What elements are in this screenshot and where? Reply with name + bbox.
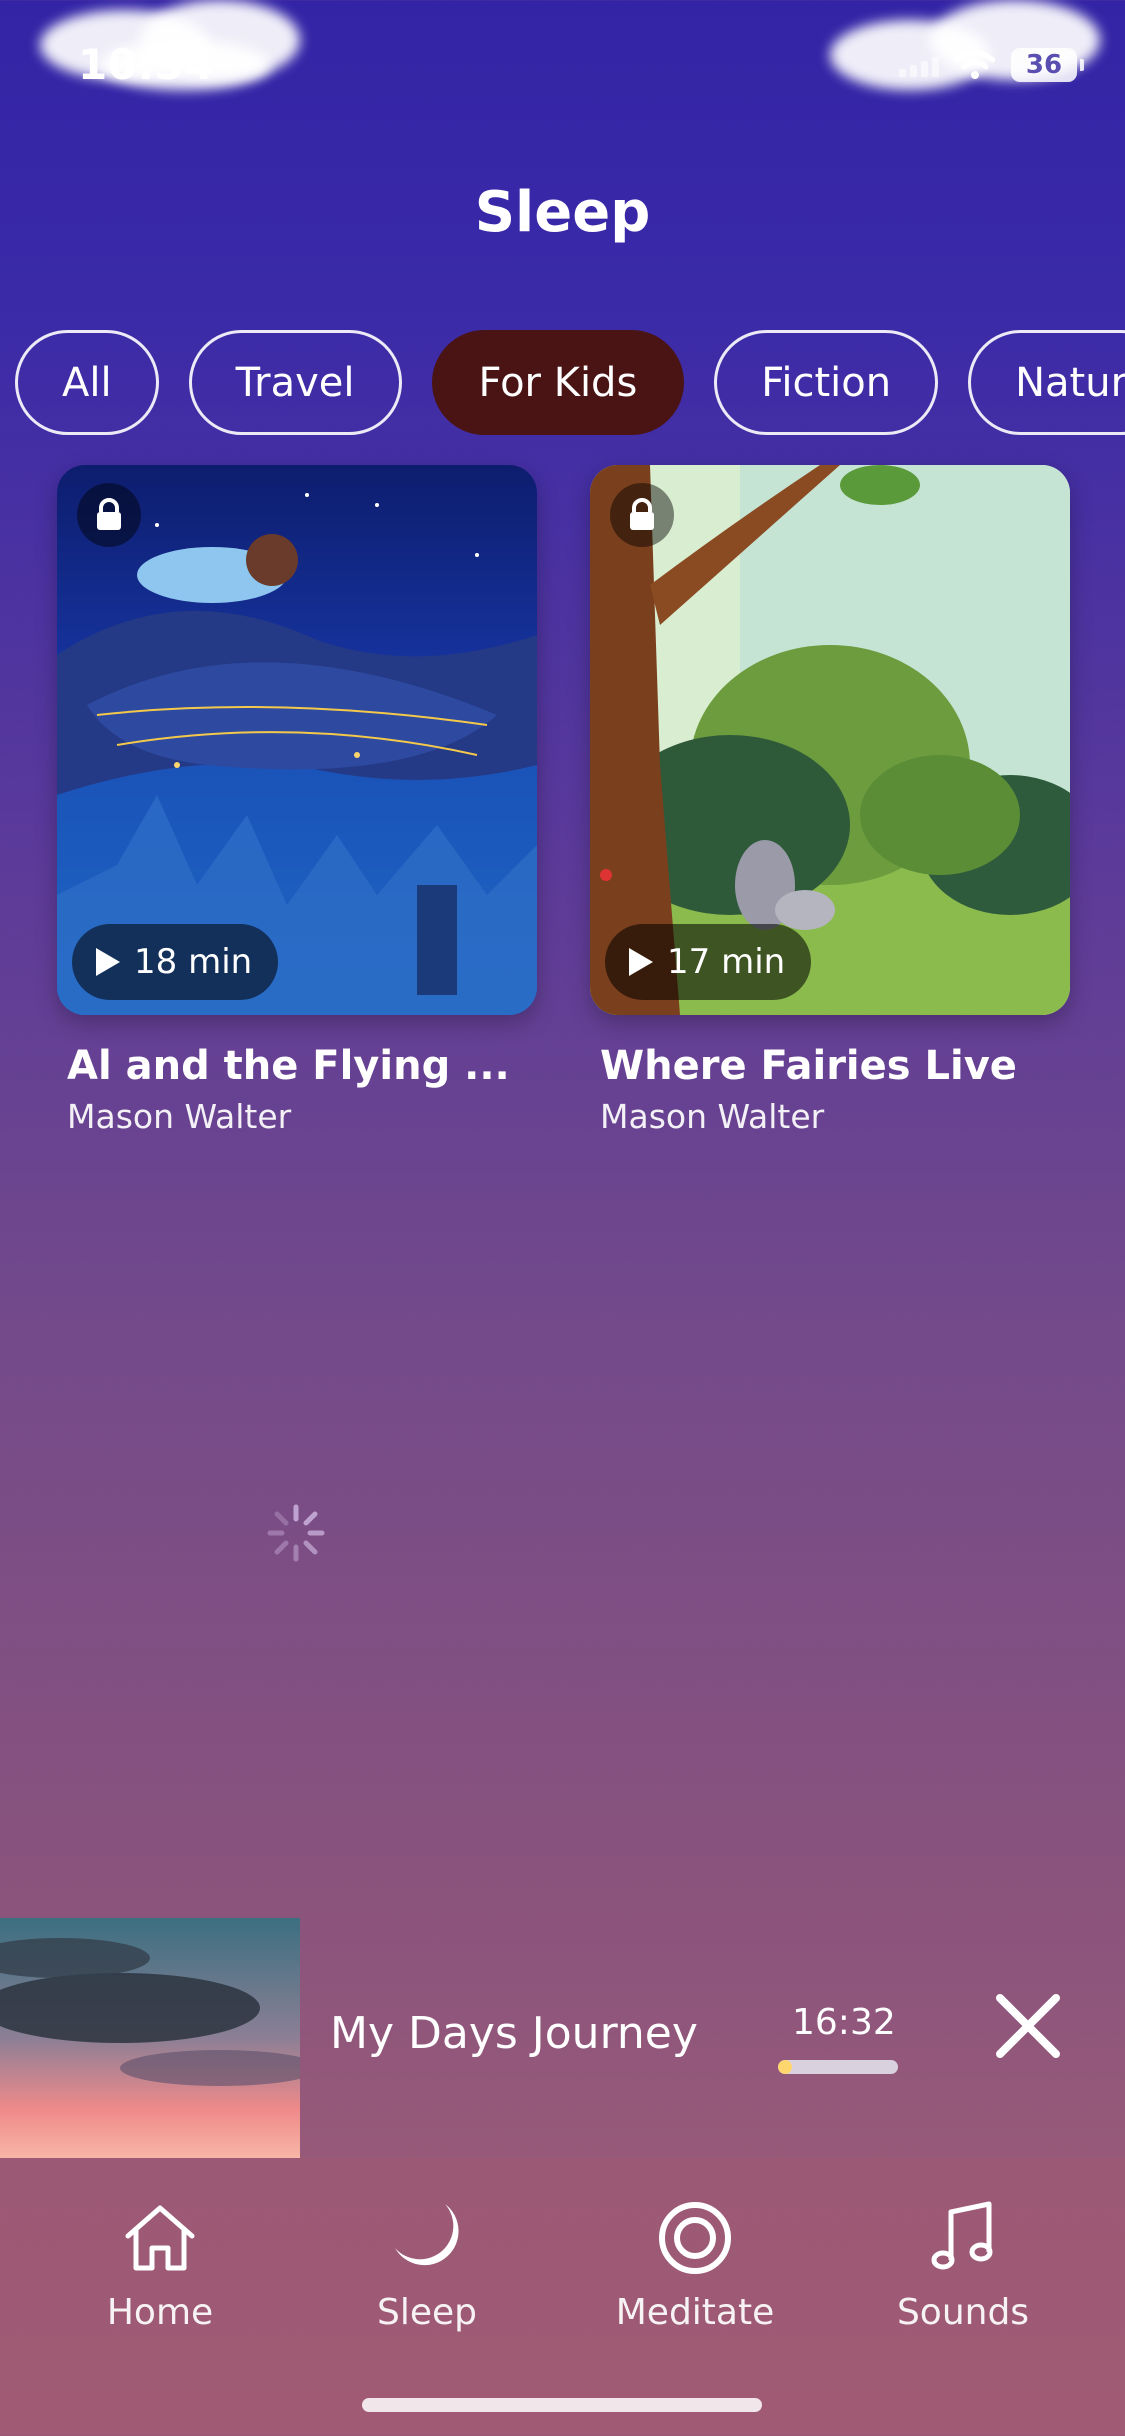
mini-player-artwork[interactable] xyxy=(0,1918,300,2158)
tab-label: Sleep xyxy=(376,2292,477,2333)
playback-progress-fill xyxy=(778,2060,793,2074)
target-icon xyxy=(659,2202,731,2274)
story-author: Mason Walter xyxy=(67,1097,292,1136)
home-icon xyxy=(125,2205,195,2271)
story-title: Where Fairies Live xyxy=(600,1043,1017,1089)
battery-icon: 36 xyxy=(1011,48,1084,82)
chip-for-kids[interactable]: For Kids xyxy=(431,330,685,435)
tab-sounds[interactable]: Sounds xyxy=(863,2198,1063,2333)
play-icon xyxy=(96,948,120,976)
tab-meditate[interactable]: Meditate xyxy=(595,2198,795,2333)
lock-icon xyxy=(77,483,141,547)
duration-label: 18 min xyxy=(134,942,253,982)
story-title: Al and the Flying ... xyxy=(67,1043,510,1089)
lock-icon xyxy=(610,483,674,547)
story-artwork-whale[interactable]: 18 min xyxy=(57,465,537,1015)
chip-fiction[interactable]: Fiction xyxy=(714,330,939,435)
chip-all[interactable]: All xyxy=(15,330,159,435)
tab-label: Meditate xyxy=(615,2292,775,2333)
story-card[interactable]: 18 min Al and the Flying ... Mason Walte… xyxy=(57,465,537,1136)
home-indicator[interactable] xyxy=(362,2398,762,2412)
duration-label: 17 min xyxy=(667,942,786,982)
mini-player-title: My Days Journey xyxy=(330,2008,698,2059)
loading-spinner-icon xyxy=(267,1504,325,1562)
status-icons: 36 xyxy=(899,48,1084,82)
story-author: Mason Walter xyxy=(600,1097,825,1136)
duration-badge[interactable]: 17 min xyxy=(605,924,812,1000)
chip-nature[interactable]: Natur xyxy=(968,330,1125,435)
moon-icon xyxy=(395,2204,459,2266)
tab-label: Sounds xyxy=(896,2292,1030,2333)
play-icon xyxy=(629,948,653,976)
tab-label: Home xyxy=(106,2292,214,2333)
wifi-icon xyxy=(955,50,995,79)
tab-sleep[interactable]: Sleep xyxy=(327,2198,527,2333)
story-card[interactable]: 17 min Where Fairies Live Mason Walter xyxy=(590,465,1070,1136)
chip-travel[interactable]: Travel xyxy=(188,330,402,435)
tab-bar: Home Sleep Meditate Sounds xyxy=(0,2158,1125,2436)
duration-badge[interactable]: 18 min xyxy=(72,924,279,1000)
story-artwork-forest[interactable]: 17 min xyxy=(590,465,1070,1015)
category-chips: All Travel For Kids Fiction Natur xyxy=(15,330,1125,435)
signal-icon xyxy=(899,53,939,77)
music-note-icon xyxy=(931,2201,993,2270)
playback-progress[interactable] xyxy=(778,2060,898,2074)
status-time: 10:34 xyxy=(78,40,215,89)
tab-home[interactable]: Home xyxy=(60,2198,260,2333)
page-title: Sleep xyxy=(474,180,651,245)
mini-player-time: 16:32 xyxy=(792,2002,896,2043)
mini-player[interactable]: My Days Journey 16:32 xyxy=(0,1918,1125,2158)
status-bar: 10:34 36 xyxy=(0,0,1125,140)
close-icon[interactable] xyxy=(990,1988,1066,2064)
